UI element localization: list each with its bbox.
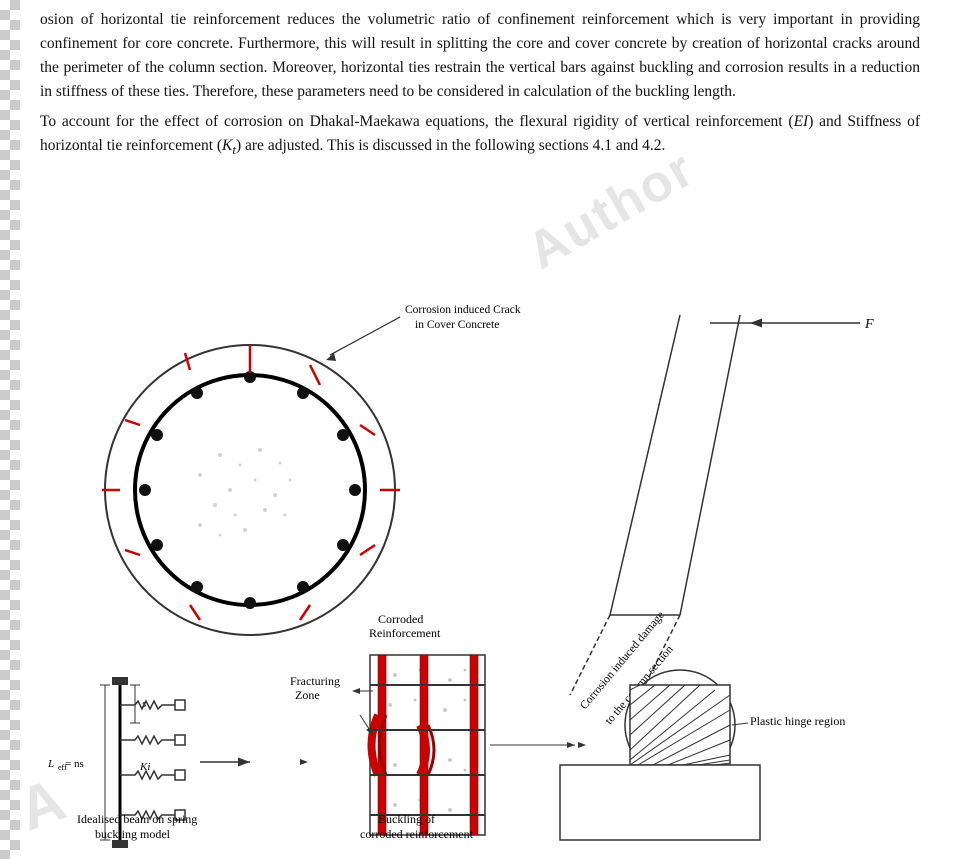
label-corrosion-crack: Corrosion induced Crack	[405, 304, 521, 316]
paragraph-1: osion of horizontal tie reinforcement re…	[40, 8, 920, 104]
force-label: F	[864, 317, 874, 332]
label-corroded-rebar-2: Reinforcement	[369, 626, 441, 640]
plastic-hinge-rect	[630, 685, 730, 765]
label-fracturing-zone-2: Zone	[295, 688, 320, 702]
corroded-rebar-detail	[370, 655, 485, 835]
label-buckling-2: corroded reinforcement	[360, 827, 474, 841]
label-buckling-1: Buckling of	[378, 812, 435, 826]
technical-diagram: Corrosion induced Crack in Cover Concret…	[20, 295, 960, 855]
ki-label: Ki	[139, 761, 150, 773]
text-layer: osion of horizontal tie reinforcement re…	[20, 0, 960, 174]
leff-label: L	[47, 758, 54, 770]
label-idealised-1: Idealised beam on spring	[77, 812, 197, 826]
label-idealised-2: buckling model	[95, 827, 171, 841]
column-diagram	[570, 315, 740, 695]
kt-notation: Kt	[222, 137, 236, 154]
ei-notation: EI	[794, 113, 809, 130]
paragraph-2: To account for the effect of corrosion o…	[40, 110, 920, 160]
label-corrosion-crack-2: in Cover Concrete	[415, 319, 499, 331]
label-plastic-hinge: Plastic hinge region	[750, 714, 845, 728]
page-content: Author A osion of horizontal tie reinfor…	[0, 0, 960, 859]
label-corroded-rebar: Corroded	[378, 612, 423, 626]
label-fracturing-zone: Fracturing	[290, 674, 340, 688]
leff-eq: = ns	[65, 758, 84, 770]
